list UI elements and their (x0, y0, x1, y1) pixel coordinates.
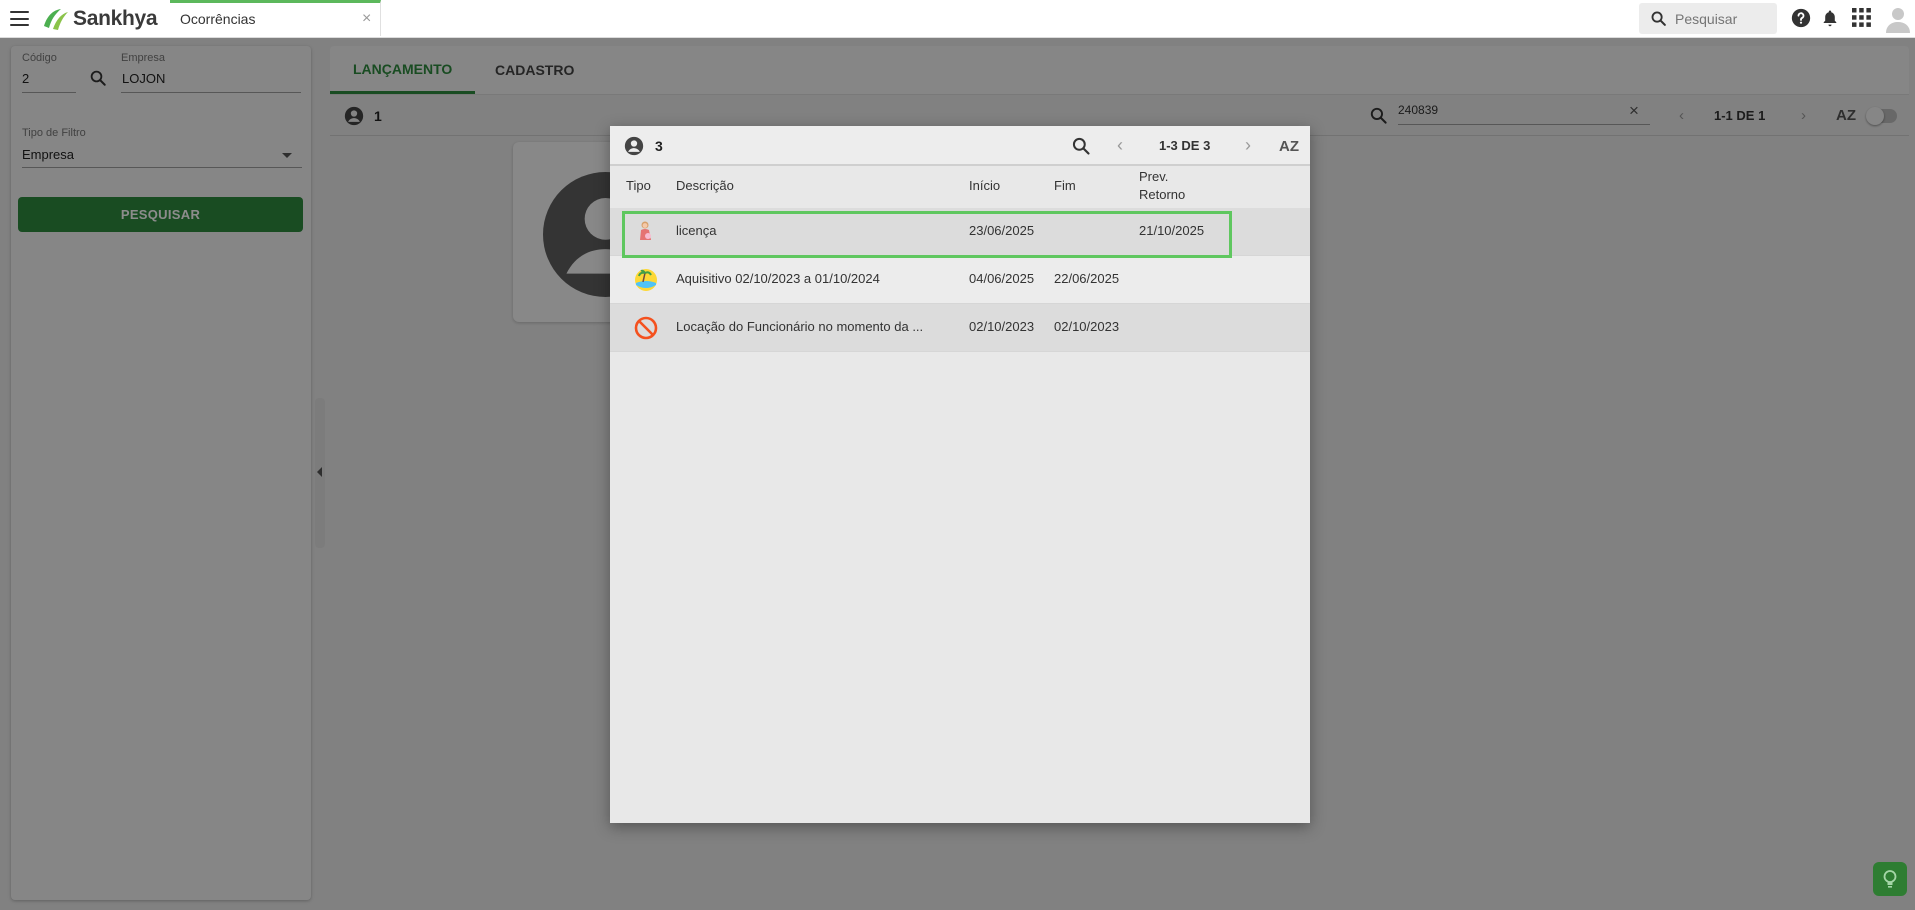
row-descricao: licença (676, 223, 717, 238)
lightbulb-icon (1883, 870, 1897, 888)
modal-record-count: 3 (655, 138, 663, 154)
tab-ocorrencias[interactable]: Ocorrências × (170, 0, 381, 36)
chevron-left-icon[interactable]: ‹ (1117, 135, 1123, 156)
help-icon[interactable] (1791, 8, 1811, 28)
top-bar: Sankhya Ocorrências × (0, 0, 1915, 38)
search-icon[interactable] (1071, 136, 1091, 156)
row-descricao: Aquisitivo 02/10/2023 a 01/10/2024 (676, 271, 880, 286)
row-fim: 02/10/2023 (1054, 319, 1120, 334)
row-inicio: 23/06/2025 (969, 223, 1035, 238)
col-header-inicio[interactable]: Início (969, 177, 1000, 195)
row-inicio: 02/10/2023 (969, 319, 1035, 334)
person-circle-icon (624, 136, 644, 156)
hamburger-menu-icon[interactable] (10, 11, 29, 26)
col-header-tipo[interactable]: Tipo (626, 177, 651, 195)
sankhya-logo-icon (44, 9, 68, 30)
table-row[interactable]: licença 23/06/2025 21/10/2025 (610, 208, 1310, 256)
global-search-input[interactable] (1675, 9, 1771, 29)
global-search[interactable] (1639, 3, 1777, 34)
chevron-right-icon[interactable]: › (1245, 135, 1251, 156)
occurrences-modal: 3 ‹ 1-3 DE 3 › AZ Tipo Descrição Início … (610, 126, 1310, 823)
tab-ocorrencias-label: Ocorrências (180, 11, 256, 27)
row-fim: 22/06/2025 (1054, 271, 1120, 286)
vacation-beach-icon (635, 269, 657, 291)
table-row[interactable]: Aquisitivo 02/10/2023 a 01/10/2024 04/06… (610, 256, 1310, 304)
table-row[interactable]: Locação do Funcionário no momento da ...… (610, 304, 1310, 352)
modal-header: 3 ‹ 1-3 DE 3 › AZ (610, 126, 1310, 166)
user-avatar-icon[interactable] (1886, 5, 1910, 33)
col-header-fim[interactable]: Fim (1054, 177, 1076, 195)
brand-logo[interactable]: Sankhya (41, 6, 158, 32)
modal-pager: 1-3 DE 3 (1159, 138, 1211, 153)
col-header-retorno[interactable]: Retorno (1139, 186, 1185, 204)
lightbulb-help-button[interactable] (1873, 862, 1907, 896)
brand-name: Sankhya (73, 7, 158, 30)
row-prev-retorno: 21/10/2025 (1139, 223, 1205, 238)
row-inicio: 04/06/2025 (969, 271, 1035, 286)
col-header-descricao[interactable]: Descrição (676, 177, 734, 195)
col-header-prev[interactable]: Prev. (1139, 168, 1168, 186)
row-descricao: Locação do Funcionário no momento da ... (676, 319, 924, 334)
tab-close-icon[interactable]: × (362, 10, 371, 28)
maternity-icon (640, 221, 651, 240)
prohibited-icon (634, 316, 658, 340)
notification-bell-icon[interactable] (1821, 8, 1839, 28)
apps-grid-icon[interactable] (1852, 8, 1871, 27)
sort-az-icon[interactable]: AZ (1279, 138, 1299, 155)
search-icon (1651, 11, 1666, 26)
